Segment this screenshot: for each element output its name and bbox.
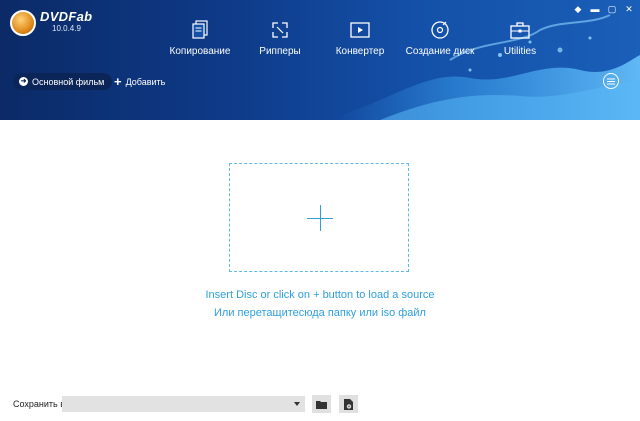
main-nav: Копирование Рипперы Конвертер Создание д… — [160, 20, 560, 57]
nav-converter-label: Конвертер — [335, 46, 385, 57]
hint-insert-disc: Insert Disc or click on + button to load… — [205, 289, 435, 301]
window-controls: ◆ ▬ ▢ ✕ — [573, 4, 634, 14]
folder-icon — [316, 400, 327, 409]
nav-creator[interactable]: Создание диск — [400, 20, 480, 57]
ripper-icon — [272, 22, 288, 38]
iso-file-icon — [344, 398, 353, 410]
restore-icon[interactable]: ▢ — [607, 4, 617, 14]
nav-converter[interactable]: Конвертер — [320, 20, 400, 57]
nav-copy-label: Копирование — [169, 46, 231, 57]
save-to-label: Сохранить в: — [13, 399, 68, 409]
nav-utilities-label: Utilities — [503, 46, 537, 57]
nav-ripper-label: Рипперы — [259, 46, 301, 57]
minimize-icon[interactable]: ▬ — [590, 4, 600, 14]
water-splash-decoration — [330, 14, 640, 120]
save-iso-button[interactable] — [339, 395, 358, 413]
chevron-down-icon — [294, 402, 300, 406]
pin-icon[interactable]: ◆ — [573, 4, 583, 14]
task-list-button[interactable] — [603, 73, 619, 89]
mode-label: Основной фильм — [32, 76, 105, 87]
close-icon[interactable]: ✕ — [624, 4, 634, 14]
app-logo: DVDFab 10.0.4.9 — [10, 10, 92, 36]
add-plus-vertical — [320, 205, 321, 231]
copy-icon — [192, 20, 208, 39]
nav-copy[interactable]: Копирование — [160, 20, 240, 57]
converter-icon — [350, 22, 370, 38]
app-name: DVDFab — [40, 9, 93, 24]
nav-utilities[interactable]: Utilities — [480, 20, 560, 57]
save-path-dropdown[interactable] — [62, 396, 305, 412]
browse-folder-button[interactable] — [312, 395, 331, 413]
nav-ripper[interactable]: Рипперы — [240, 20, 320, 57]
arrow-right-circle-icon: ➜ — [19, 77, 28, 86]
add-source-button[interactable]: + Добавить — [114, 74, 165, 89]
plus-icon: + — [114, 74, 122, 89]
dvdfab-logo-icon — [10, 10, 36, 36]
disc-creator-icon — [431, 21, 449, 39]
nav-creator-label: Создание диск — [405, 46, 475, 57]
list-icon — [607, 78, 615, 84]
toolbox-icon — [510, 22, 530, 39]
hint-drag-drop: Или перетащитесюда папку или iso файл — [214, 307, 426, 319]
add-label: Добавить — [125, 76, 166, 87]
main-movie-mode-button[interactable]: ➜ Основной фильм — [13, 73, 113, 90]
app-version: 10.0.4.9 — [52, 24, 81, 33]
header-banner: DVDFab 10.0.4.9 ◆ ▬ ▢ ✕ Копирование Рипп… — [0, 0, 640, 120]
source-drop-zone[interactable] — [229, 163, 409, 272]
